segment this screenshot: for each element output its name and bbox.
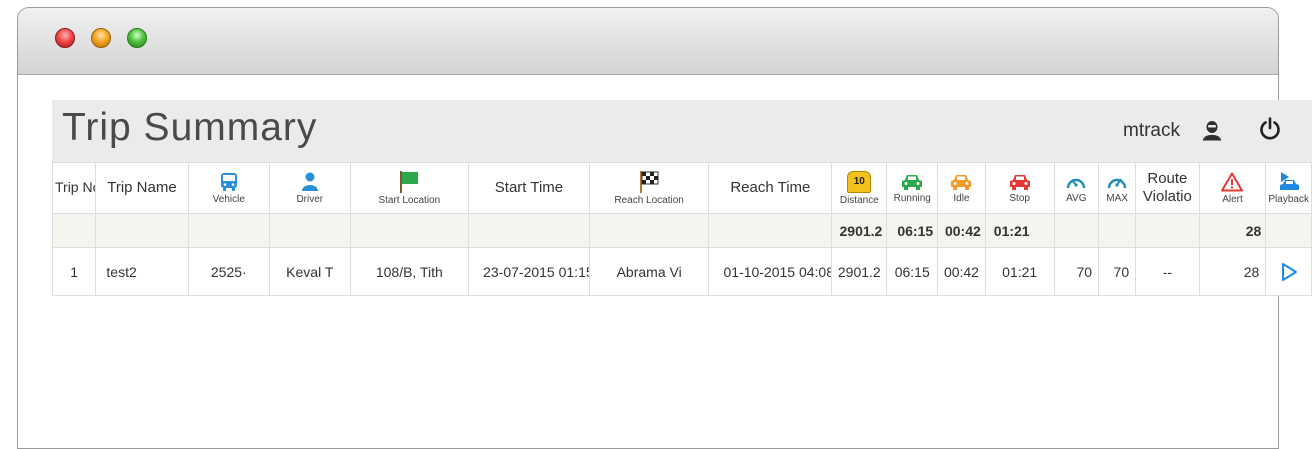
totals-cell	[1053, 213, 1100, 248]
zoom-window-button[interactable]	[127, 28, 147, 48]
cell-trip-no: 1	[51, 247, 97, 296]
cell-stop: 01:21	[984, 247, 1055, 296]
trip-name-label: Trip Name	[107, 179, 177, 196]
trip-summary-panel: Trip Summary mtrack Trip No Trip Name Ve…	[51, 100, 1312, 330]
column-header-avg[interactable]: AVG	[1053, 162, 1100, 214]
green-flag-icon	[400, 170, 419, 193]
max-label: MAX	[1106, 192, 1128, 204]
total-alert: 28	[1198, 213, 1267, 248]
cell-reach-location: Abrama Vi	[588, 247, 710, 296]
cell-playback	[1265, 247, 1312, 296]
orange-car-icon	[951, 174, 972, 190]
cell-vehicle: 2525·	[187, 247, 271, 296]
column-header-max[interactable]: MAX	[1098, 162, 1137, 214]
cell-route-violation: --	[1135, 247, 1200, 296]
cell-avg: 70	[1053, 247, 1100, 296]
column-header-trip-no[interactable]: Trip No	[51, 162, 97, 214]
trip-no-label: Trip No	[55, 179, 96, 195]
total-stop: 01:21	[984, 213, 1055, 248]
totals-cell	[51, 213, 97, 248]
reach-time-label: Reach Time	[730, 179, 811, 196]
cell-reach-time: 01-10-2015 04:08 PM	[708, 247, 833, 296]
checkered-flag-icon	[640, 170, 659, 193]
column-header-reach-location[interactable]: Reach Location	[588, 162, 710, 214]
start-time-label: Start Time	[494, 179, 564, 196]
cell-start-time: 23-07-2015 01:15 PM	[468, 247, 590, 296]
table-row[interactable]: 1 test2 2525· Keval T 108/B, Tith 23-07-…	[51, 247, 1312, 296]
cell-driver: Keval T	[269, 247, 351, 296]
column-header-driver[interactable]: Driver	[269, 162, 351, 214]
running-label: Running	[893, 192, 931, 204]
idle-label: Idle	[953, 192, 970, 204]
column-header-start-location[interactable]: Start Location	[349, 162, 470, 214]
column-header-running[interactable]: Running	[886, 162, 939, 214]
odometer-badge-icon: 10	[847, 170, 872, 193]
column-header-stop[interactable]: Stop	[984, 162, 1055, 214]
column-header-playback[interactable]: Playback	[1265, 162, 1312, 214]
cell-distance: 2901.2	[831, 247, 888, 296]
totals-cell	[468, 213, 590, 248]
start-location-label: Start Location	[378, 194, 441, 206]
page-header: Trip Summary mtrack	[52, 100, 1312, 162]
cell-alert: 28	[1198, 247, 1267, 296]
totals-row: 2901.2 06:15 00:42 01:21 28	[51, 213, 1312, 248]
totals-cell	[1098, 213, 1137, 248]
totals-cell	[1135, 213, 1200, 248]
minimize-window-button[interactable]	[91, 28, 111, 48]
column-header-distance[interactable]: 10 Distance	[831, 162, 888, 214]
cell-start-location: 108/B, Tith	[349, 247, 470, 296]
column-header-trip-name[interactable]: Trip Name	[95, 162, 189, 214]
cell-max: 70	[1098, 247, 1137, 296]
vehicle-label: Vehicle	[212, 193, 245, 205]
red-car-icon	[1009, 174, 1030, 190]
total-idle: 00:42	[937, 213, 986, 248]
speedometer-icon	[1107, 177, 1127, 188]
column-header-idle[interactable]: Idle	[937, 162, 986, 214]
column-header-start-time[interactable]: Start Time	[468, 162, 590, 214]
bus-icon	[220, 172, 237, 191]
totals-cell	[708, 213, 833, 248]
power-icon[interactable]	[1257, 116, 1283, 142]
playback-car-icon	[1279, 171, 1299, 190]
user-icon[interactable]	[1200, 118, 1224, 142]
route-violation-label: Route Violatio	[1142, 170, 1192, 205]
play-icon[interactable]	[1280, 262, 1298, 282]
column-header-route-violation[interactable]: Route Violatio	[1135, 162, 1200, 214]
username-label: mtrack	[1123, 120, 1180, 141]
column-header-vehicle[interactable]: Vehicle	[187, 162, 271, 214]
total-running: 06:15	[886, 213, 939, 248]
alert-label: Alert	[1222, 193, 1243, 205]
page-title: Trip Summary	[62, 106, 318, 149]
avg-label: AVG	[1066, 192, 1087, 204]
totals-cell	[588, 213, 710, 248]
cell-trip-name: test2	[95, 247, 189, 296]
driver-label: Driver	[296, 193, 324, 205]
playback-label: Playback	[1268, 193, 1309, 205]
trip-summary-table: Trip No Trip Name Vehicle Driver Start L…	[51, 162, 1312, 296]
distance-label: Distance	[839, 194, 879, 206]
totals-cell	[95, 213, 189, 248]
totals-cell	[1265, 213, 1312, 248]
window-titlebar	[18, 8, 1278, 75]
cell-idle: 00:42	[937, 247, 986, 296]
speedometer-icon	[1067, 178, 1086, 188]
reach-location-label: Reach Location	[614, 194, 684, 206]
green-car-icon	[902, 174, 923, 190]
table-header-row: Trip No Trip Name Vehicle Driver Start L…	[51, 162, 1312, 214]
totals-cell	[349, 213, 470, 248]
column-header-reach-time[interactable]: Reach Time	[708, 162, 833, 214]
column-header-alert[interactable]: Alert	[1198, 162, 1267, 214]
close-window-button[interactable]	[55, 28, 75, 48]
stop-label: Stop	[1009, 192, 1030, 204]
total-distance: 2901.2	[831, 213, 888, 248]
warning-triangle-icon	[1221, 172, 1244, 191]
cell-running: 06:15	[886, 247, 939, 296]
totals-cell	[269, 213, 351, 248]
totals-cell	[187, 213, 271, 248]
person-icon	[301, 172, 318, 191]
